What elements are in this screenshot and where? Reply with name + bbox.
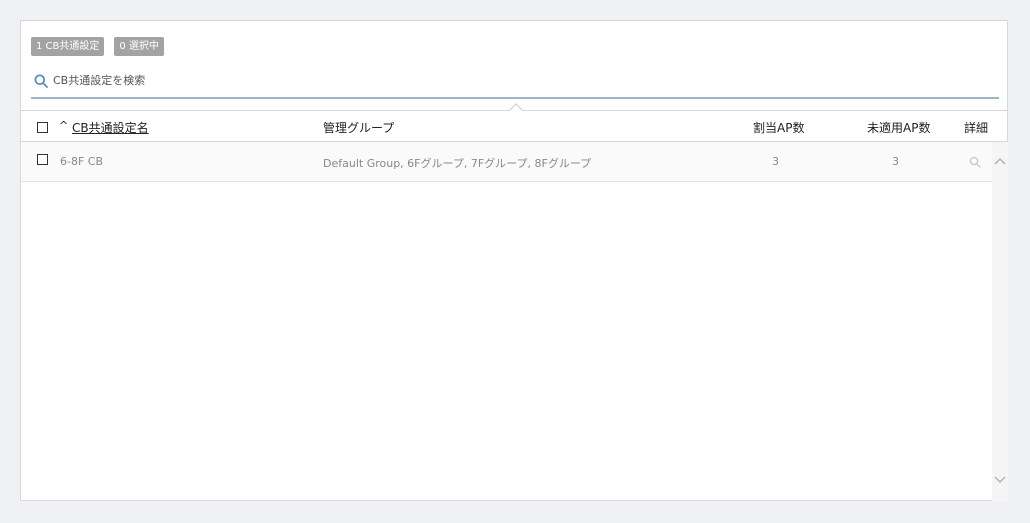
column-header-group[interactable]: 管理グループ [323, 119, 394, 136]
selected-count-badge: 0 選択中 [114, 37, 164, 56]
vertical-scrollbar[interactable] [992, 142, 1008, 501]
badge-group: 1 CB共通設定 0 選択中 [31, 37, 164, 56]
cb-settings-panel: 1 CB共通設定 0 選択中 ^ CB共通設定名 管理グループ 割当AP数 未適… [20, 20, 1008, 501]
row-unapplied-ap: 3 [892, 155, 899, 168]
chevron-up-icon[interactable] [994, 156, 1006, 166]
column-header-detail: 詳細 [964, 121, 989, 135]
row-group: Default Group, 6Fグループ, 7Fグループ, 8Fグループ [323, 157, 592, 170]
search-bar [31, 69, 999, 99]
chevron-down-icon[interactable] [994, 475, 1006, 485]
column-header-assigned-ap[interactable]: 割当AP数 [753, 119, 804, 136]
magnifier-icon[interactable] [969, 156, 981, 168]
search-icon[interactable] [34, 74, 48, 88]
sort-ascending-icon: ^ [59, 119, 69, 132]
table-row[interactable]: 6-8F CB Default Group, 6Fグループ, 7Fグループ, 8… [21, 142, 1007, 182]
search-input[interactable] [53, 71, 953, 89]
table-header: ^ CB共通設定名 管理グループ 割当AP数 未適用AP数 詳細 [21, 103, 1007, 142]
total-count-badge: 1 CB共通設定 [31, 37, 105, 56]
column-header-unapplied-ap[interactable]: 未適用AP数 [867, 119, 930, 136]
row-name[interactable]: 6-8F CB [60, 155, 103, 168]
column-header-name[interactable]: CB共通設定名 [72, 119, 149, 136]
select-all-checkbox[interactable] [37, 122, 48, 133]
row-checkbox[interactable] [37, 154, 48, 165]
row-assigned-ap: 3 [772, 155, 779, 168]
